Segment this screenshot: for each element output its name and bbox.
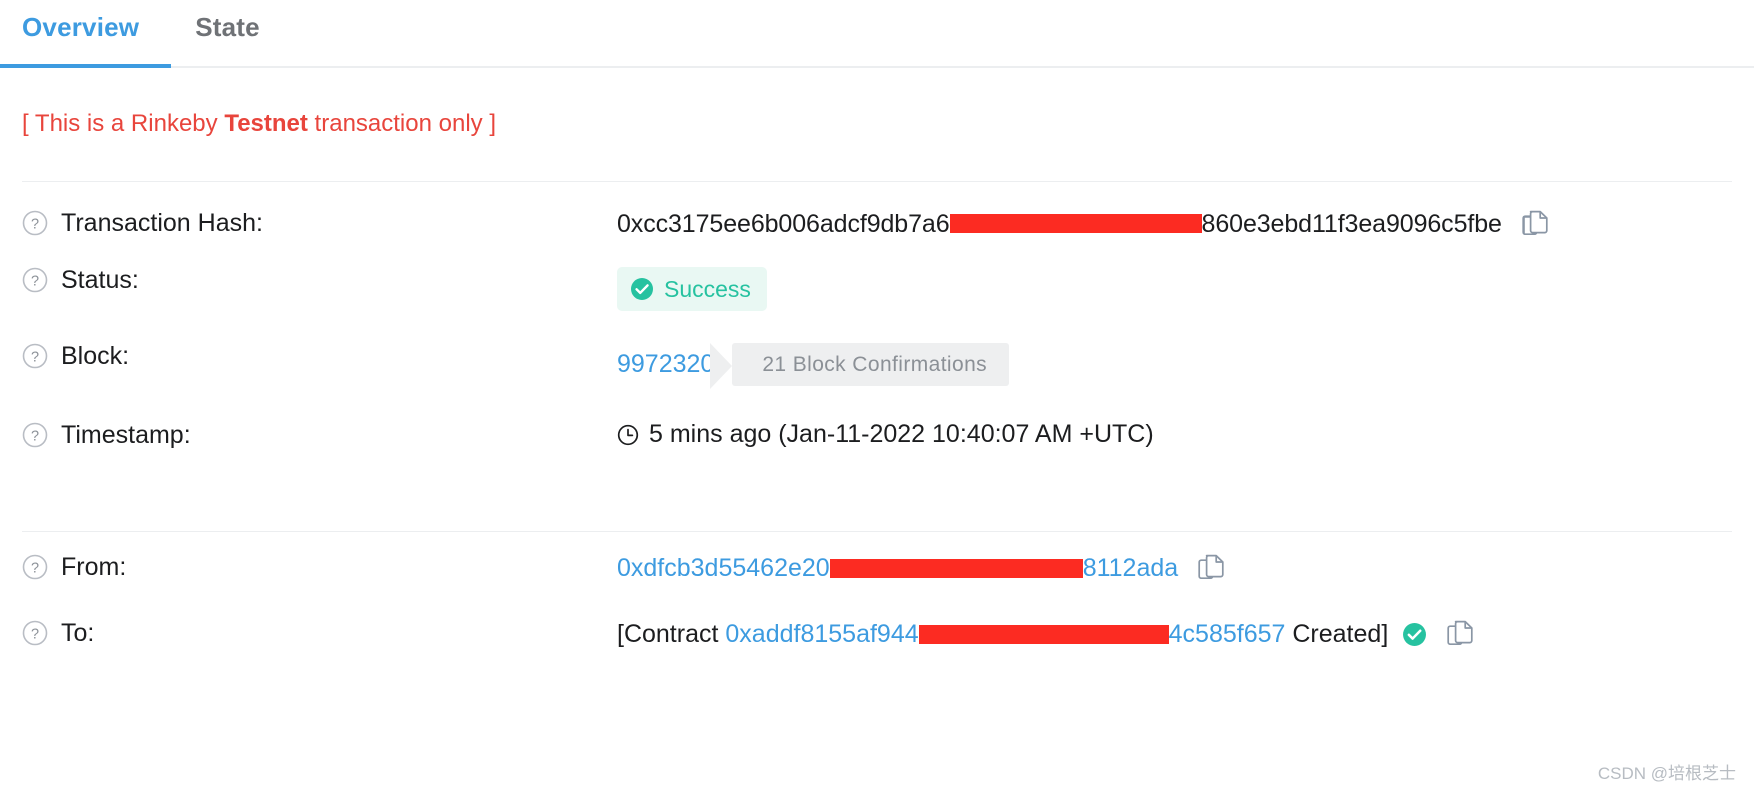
watermark: CSDN @培根芝士 (1597, 764, 1736, 783)
block-wrapper: 9972320 21 Block Confirmations (617, 343, 1010, 389)
question-circle-icon[interactable]: ? (22, 620, 48, 646)
notice-suffix: transaction only ] (307, 110, 496, 137)
label-to-text: To: (61, 618, 95, 647)
from-address-prefix: 0xdfcb3d55462e20 (617, 554, 830, 582)
value-block: 9972320 21 Block Confirmations (617, 343, 1010, 389)
svg-text:?: ? (31, 217, 39, 233)
to-address-redaction (918, 624, 1169, 644)
check-circle-icon (1402, 622, 1427, 647)
tab-state[interactable]: State (195, 0, 260, 40)
timestamp-text: 5 mins ago (Jan-11-2022 10:40:07 AM +UTC… (649, 420, 1154, 448)
transaction-hash-suffix: 860e3ebd11f3ea9096c5fbe (1201, 210, 1502, 238)
value-status: Success (617, 267, 767, 311)
question-circle-icon[interactable]: ? (22, 422, 48, 448)
check-circle-icon (630, 277, 654, 301)
svg-text:?: ? (31, 274, 39, 290)
to-contract-address-link[interactable]: 0xaddf8155af944 4c585f657 (725, 622, 1285, 647)
to-contract-prefix: [Contract (617, 620, 719, 648)
tab-state-label: State (195, 12, 260, 42)
label-timestamp-text: Timestamp: (61, 420, 191, 449)
label-block: ? Block: (22, 343, 617, 369)
transaction-hash-redaction (949, 214, 1202, 233)
to-address-prefix: 0xaddf8155af944 (725, 620, 919, 648)
label-to: ? To: (22, 620, 617, 646)
label-status: ? Status: (22, 267, 617, 293)
svg-text:?: ? (31, 429, 39, 445)
tab-overview-label: Overview (22, 12, 140, 42)
row-from: ? From: 0xdfcb3d55462e20 8112ada (22, 532, 1732, 608)
to-created-label: Created] (1292, 620, 1389, 648)
status-badge: Success (617, 267, 767, 311)
label-transaction-hash-text: Transaction Hash: (61, 208, 263, 237)
clock-icon (617, 424, 639, 446)
question-circle-icon[interactable]: ? (22, 210, 48, 236)
notice-prefix: [ This is a Rinkeby (22, 110, 225, 137)
label-from: ? From: (22, 554, 617, 580)
row-transaction-hash: ? Transaction Hash: 0xcc3175ee6b006adcf9… (22, 182, 1732, 258)
label-timestamp: ? Timestamp: (22, 422, 617, 448)
question-circle-icon[interactable]: ? (22, 554, 48, 580)
row-to: ? To: [Contract 0xaddf8155af944 4c585f657… (22, 608, 1732, 684)
question-circle-icon[interactable]: ? (22, 343, 48, 369)
from-address-suffix: 8112ada (1082, 554, 1179, 582)
testnet-notice: [ This is a Rinkeby Testnet transaction … (0, 68, 1754, 136)
transaction-hash-prefix: 0xcc3175ee6b006adcf9db7a6 (617, 210, 950, 238)
tab-overview[interactable]: Overview (22, 0, 139, 40)
block-number-link[interactable]: 9972320 (617, 352, 714, 377)
value-transaction-hash: 0xcc3175ee6b006adcf9db7a6 860e3ebd11f3ea9… (617, 210, 1549, 239)
svg-text:?: ? (31, 561, 39, 577)
label-from-text: From: (61, 552, 127, 581)
copy-icon[interactable] (1522, 210, 1549, 239)
value-from: 0xdfcb3d55462e20 8112ada (617, 554, 1225, 583)
tab-bar: Overview State (0, 0, 1754, 68)
transaction-detail-rows: ? Transaction Hash: 0xcc3175ee6b006adcf9… (0, 182, 1754, 486)
status-badge-label: Success (664, 275, 751, 302)
active-tab-indicator (0, 64, 171, 68)
from-address-redaction (829, 558, 1083, 578)
row-status: ? Status: Success (22, 258, 1732, 334)
transaction-details-page: Overview State [ This is a Rinkeby Testn… (0, 0, 1754, 794)
label-status-text: Status: (61, 265, 139, 294)
value-timestamp: 5 mins ago (Jan-11-2022 10:40:07 AM +UTC… (617, 422, 1154, 447)
copy-icon[interactable] (1447, 620, 1474, 649)
svg-text:?: ? (31, 627, 39, 643)
block-confirmations-chip: 21 Block Confirmations (710, 343, 1010, 389)
question-circle-icon[interactable]: ? (22, 267, 48, 293)
row-block: ? Block: 9972320 21 Block Confirmations (22, 334, 1732, 410)
notice-emphasis: Testnet (224, 110, 308, 137)
value-to: [Contract 0xaddf8155af944 4c585f657 Creat… (617, 620, 1474, 649)
to-address-suffix: 4c585f657 (1168, 620, 1286, 648)
svg-text:?: ? (31, 350, 39, 366)
row-timestamp: ? Timestamp: 5 mins ago (Jan-11-2022 10:… (22, 410, 1732, 486)
label-block-text: Block: (61, 341, 130, 370)
copy-icon[interactable] (1198, 554, 1225, 583)
transaction-parties-rows: ? From: 0xdfcb3d55462e20 8112ada ? To: [… (0, 532, 1754, 684)
label-transaction-hash: ? Transaction Hash: (22, 210, 617, 236)
from-address-link[interactable]: 0xdfcb3d55462e20 8112ada (617, 556, 1178, 581)
